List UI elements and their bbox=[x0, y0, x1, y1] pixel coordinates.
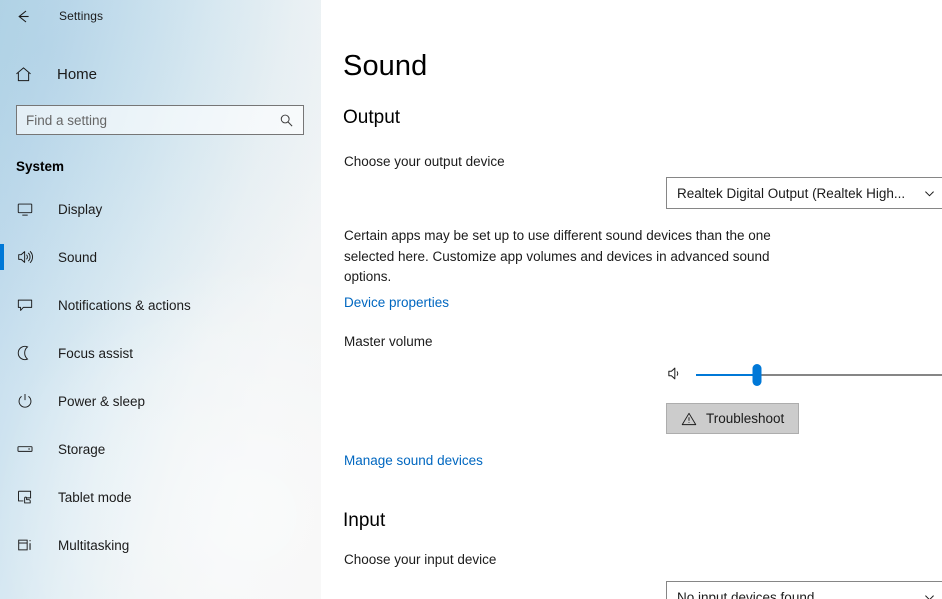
sidebar-item-label: Tablet mode bbox=[58, 489, 132, 505]
title-bar: Settings bbox=[0, 0, 321, 32]
chevron-down-icon bbox=[923, 187, 936, 200]
back-button[interactable] bbox=[0, 0, 46, 32]
output-device-label: Choose your output device bbox=[344, 154, 505, 169]
speaker-low-icon[interactable] bbox=[666, 364, 685, 388]
sidebar-item-focus-assist[interactable]: Focus assist bbox=[0, 329, 321, 377]
slider-fill bbox=[696, 374, 757, 376]
sidebar-item-label: Storage bbox=[58, 441, 106, 457]
input-device-value: No input devices found bbox=[677, 589, 815, 599]
multitasking-icon bbox=[16, 536, 42, 554]
input-device-dropdown[interactable]: No input devices found bbox=[666, 581, 942, 599]
output-device-value: Realtek Digital Output (Realtek High... bbox=[677, 185, 906, 201]
sidebar-nav-list: Display Sound Notifications & actions Fo… bbox=[0, 185, 321, 569]
sidebar-item-label: Notifications & actions bbox=[58, 297, 191, 313]
master-volume-row: 11 bbox=[321, 360, 942, 392]
sidebar-item-power-sleep[interactable]: Power & sleep bbox=[0, 377, 321, 425]
troubleshoot-button-label: Troubleshoot bbox=[706, 411, 785, 426]
sidebar-item-storage[interactable]: Storage bbox=[0, 425, 321, 473]
device-properties-link[interactable]: Device properties bbox=[344, 295, 449, 310]
sidebar-item-display[interactable]: Display bbox=[0, 185, 321, 233]
sidebar-item-notifications-actions[interactable]: Notifications & actions bbox=[0, 281, 321, 329]
sidebar-item-label: Sound bbox=[58, 249, 98, 265]
input-section-heading: Input bbox=[343, 510, 386, 531]
sidebar-item-home[interactable]: Home bbox=[0, 54, 321, 94]
navigation-sidebar: Settings Home System bbox=[0, 0, 321, 599]
window-title: Settings bbox=[59, 9, 104, 23]
output-helper-text: Certain apps may be set up to use differ… bbox=[344, 228, 771, 284]
search-box[interactable] bbox=[16, 105, 304, 135]
output-section-heading: Output bbox=[343, 107, 401, 128]
search-icon[interactable] bbox=[279, 113, 297, 128]
moon-icon bbox=[16, 344, 42, 362]
master-volume-label: Master volume bbox=[344, 334, 433, 349]
sidebar-item-label: Power & sleep bbox=[58, 393, 146, 409]
search-input[interactable] bbox=[26, 107, 279, 133]
sidebar-item-multitasking[interactable]: Multitasking bbox=[0, 521, 321, 569]
speaker-icon bbox=[16, 248, 42, 266]
tablet-hand-icon bbox=[16, 488, 42, 506]
power-icon bbox=[16, 392, 42, 410]
drive-icon bbox=[16, 440, 42, 458]
sidebar-item-label: Multitasking bbox=[58, 537, 130, 553]
input-device-label: Choose your input device bbox=[344, 552, 497, 567]
home-label: Home bbox=[57, 65, 98, 83]
warning-triangle-icon bbox=[681, 411, 697, 427]
sidebar-item-label: Display bbox=[58, 201, 103, 217]
comment-icon bbox=[16, 296, 42, 314]
page-title: Sound bbox=[343, 50, 428, 82]
manage-sound-devices-link[interactable]: Manage sound devices bbox=[344, 453, 483, 468]
home-icon bbox=[14, 65, 44, 84]
settings-window: Settings Home System bbox=[0, 0, 942, 599]
troubleshoot-button[interactable]: Troubleshoot bbox=[666, 403, 800, 434]
slider-thumb[interactable] bbox=[752, 364, 762, 386]
sidebar-section-heading: System bbox=[16, 159, 65, 174]
main-content: Sound Output Choose your output device R… bbox=[321, 0, 942, 599]
sidebar-item-label: Focus assist bbox=[58, 345, 134, 361]
master-volume-slider[interactable] bbox=[696, 364, 942, 386]
sidebar-item-sound[interactable]: Sound bbox=[0, 233, 321, 281]
chevron-down-icon bbox=[923, 591, 936, 599]
monitor-icon bbox=[16, 200, 42, 218]
sidebar-item-tablet-mode[interactable]: Tablet mode bbox=[0, 473, 321, 521]
output-device-dropdown[interactable]: Realtek Digital Output (Realtek High... bbox=[666, 177, 942, 209]
